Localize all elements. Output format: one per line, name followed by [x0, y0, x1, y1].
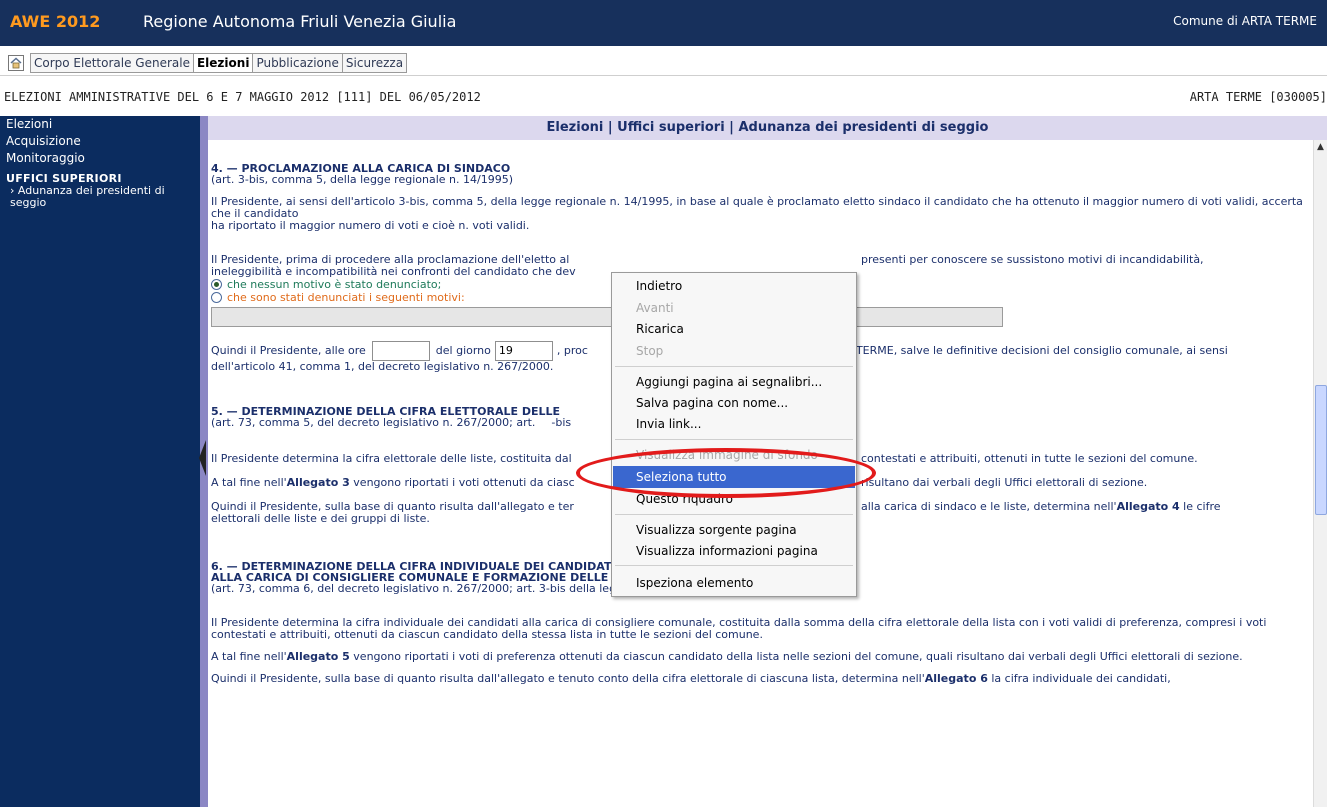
sidebar-item-acquisizione[interactable]: Acquisizione — [0, 133, 200, 150]
scroll-thumb[interactable] — [1315, 385, 1327, 515]
tab-corpo-elettorale[interactable]: Corpo Elettorale Generale — [30, 52, 194, 73]
tab-elezioni[interactable]: Elezioni — [193, 52, 254, 73]
section-5-reference-end: -bis — [551, 416, 572, 429]
section-4-paragraph-3a: Quindi il Presidente, alle ore — [211, 344, 366, 357]
section-4-paragraph-2b: ineleggibilità e incompatibilità nei con… — [211, 265, 576, 278]
sidebar-item-adunanza[interactable]: › Adunanza dei presidenti di seggio — [0, 185, 200, 209]
menu-separator — [615, 565, 853, 566]
menu-item-ricarica[interactable]: Ricarica — [636, 322, 684, 336]
menu-item-informazioni-pagina[interactable]: Visualizza informazioni pagina — [636, 544, 818, 558]
menu-item-invia-link[interactable]: Invia link... — [636, 417, 701, 431]
section-6-paragraph-1: Il Presidente determina la cifra individ… — [211, 616, 1267, 641]
section-4-paragraph-1b: ha riportato il maggior numero di voti e… — [211, 219, 530, 232]
menu-item-indietro[interactable]: Indietro — [636, 279, 682, 293]
section-4-paragraph-2c: presenti per conoscere se sussistono mot… — [861, 253, 1204, 266]
app-header: AWE 2012 Regione Autonoma Friuli Venezia… — [0, 0, 1327, 46]
sidebar-item-elezioni[interactable]: Elezioni — [0, 116, 200, 133]
menu-separator — [615, 514, 853, 515]
menu-separator — [615, 366, 853, 367]
main-menu: Corpo Elettorale Generale Elezioni Pubbl… — [0, 50, 1327, 76]
sidebar: Elezioni Acquisizione Monitoraggio UFFIC… — [0, 116, 200, 807]
section-4-paragraph-3c: , proc — [556, 344, 588, 357]
allegato-3-label: Allegato 3 — [286, 476, 350, 489]
giorno-input[interactable]: 19 — [494, 341, 553, 361]
radio-nessun-motivo-label: che nessun motivo è stato denunciato; — [227, 278, 442, 291]
section-5-paragraph-2a: A tal fine nell' — [211, 476, 287, 489]
section-5-paragraph-3b: alla carica di sindaco e le liste, deter… — [861, 500, 1117, 513]
section-5-paragraph-3c: le cifre — [1179, 500, 1221, 513]
menu-item-avanti[interactable]: Avanti — [636, 301, 674, 315]
section-5-paragraph-1b: contestati e attribuiti, ottenuti in tut… — [861, 452, 1198, 465]
comune-code: ARTA TERME [030005] — [1189, 90, 1327, 104]
allegato-6-label: Allegato 6 — [924, 672, 988, 685]
section-6-paragraph-2b: vengono riportati i voti di preferenza o… — [349, 650, 1243, 663]
scroll-up-arrow-icon[interactable]: ▲ — [1317, 142, 1324, 152]
radio-selected-icon[interactable] — [211, 279, 222, 290]
motivi-textbox[interactable] — [211, 307, 1003, 327]
region-title: Regione Autonoma Friuli Venezia Giulia — [143, 12, 457, 31]
menu-item-segnalibri[interactable]: Aggiungi pagina ai segnalibri... — [636, 375, 822, 389]
tab-sicurezza[interactable]: Sicurezza — [342, 52, 408, 73]
section-5-paragraph-2c: risultano dai verbali degli Uffici elett… — [861, 476, 1148, 489]
radio-motivi-label: che sono stati denunciati i seguenti mot… — [227, 291, 465, 304]
menu-separator — [615, 439, 853, 440]
menu-item-stop[interactable]: Stop — [636, 344, 663, 358]
section-5-reference: (art. 73, comma 5, del decreto legislati… — [211, 416, 536, 429]
section-5-paragraph-2b: vengono riportati i voti ottenuti da cia… — [349, 476, 575, 489]
tab-pubblicazione[interactable]: Pubblicazione — [253, 52, 343, 73]
section-6-paragraph-2a: A tal fine nell' — [211, 650, 287, 663]
election-info-bar: ELEZIONI AMMINISTRATIVE DEL 6 E 7 MAGGIO… — [0, 86, 1327, 108]
menu-item-sorgente-pagina[interactable]: Visualizza sorgente pagina — [636, 523, 797, 537]
content-breadcrumb: Elezioni | Uffici superiori | Adunanza d… — [208, 116, 1327, 140]
annotation-ellipse — [576, 448, 876, 498]
sidebar-item-monitoraggio[interactable]: Monitoraggio — [0, 150, 200, 167]
section-4-reference: (art. 3-bis, comma 5, della legge region… — [211, 173, 513, 186]
ore-input[interactable] — [371, 341, 430, 361]
section-6-paragraph-3a: Quindi il Presidente, sulla base di quan… — [211, 672, 925, 685]
allegato-4-label: Allegato 4 — [1116, 500, 1180, 513]
home-icon[interactable] — [8, 54, 24, 71]
section-4-paragraph-3d: TERME, salve le definitive decisioni del… — [855, 344, 1228, 357]
section-4-paragraph-3b: del giorno — [435, 344, 491, 357]
collapse-arrow-icon[interactable] — [199, 440, 206, 476]
app-brand: AWE 2012 — [10, 12, 101, 31]
radio-unselected-icon[interactable] — [211, 292, 222, 303]
allegato-5-label: Allegato 5 — [286, 650, 350, 663]
menu-item-salva-pagina[interactable]: Salva pagina con nome... — [636, 396, 788, 410]
section-5-paragraph-1a: Il Presidente determina la cifra elettor… — [211, 452, 572, 465]
vertical-scrollbar[interactable]: ▲ — [1313, 140, 1327, 807]
sidebar-section-uffici: UFFICI SUPERIORI — [6, 172, 122, 185]
context-menu: Indietro Avanti Ricarica Stop Aggiungi p… — [611, 272, 857, 597]
comune-label: Comune di ARTA TERME — [1173, 14, 1317, 28]
menu-item-ispeziona-elemento[interactable]: Ispeziona elemento — [636, 576, 753, 590]
section-6-paragraph-3b: la cifra individuale dei candidati, — [987, 672, 1171, 685]
election-info: ELEZIONI AMMINISTRATIVE DEL 6 E 7 MAGGIO… — [4, 90, 481, 104]
sidebar-item-adunanza-label: Adunanza dei presidenti di seggio — [10, 184, 165, 209]
section-4-paragraph-1: Il Presidente, ai sensi dell'articolo 3-… — [211, 195, 1303, 220]
